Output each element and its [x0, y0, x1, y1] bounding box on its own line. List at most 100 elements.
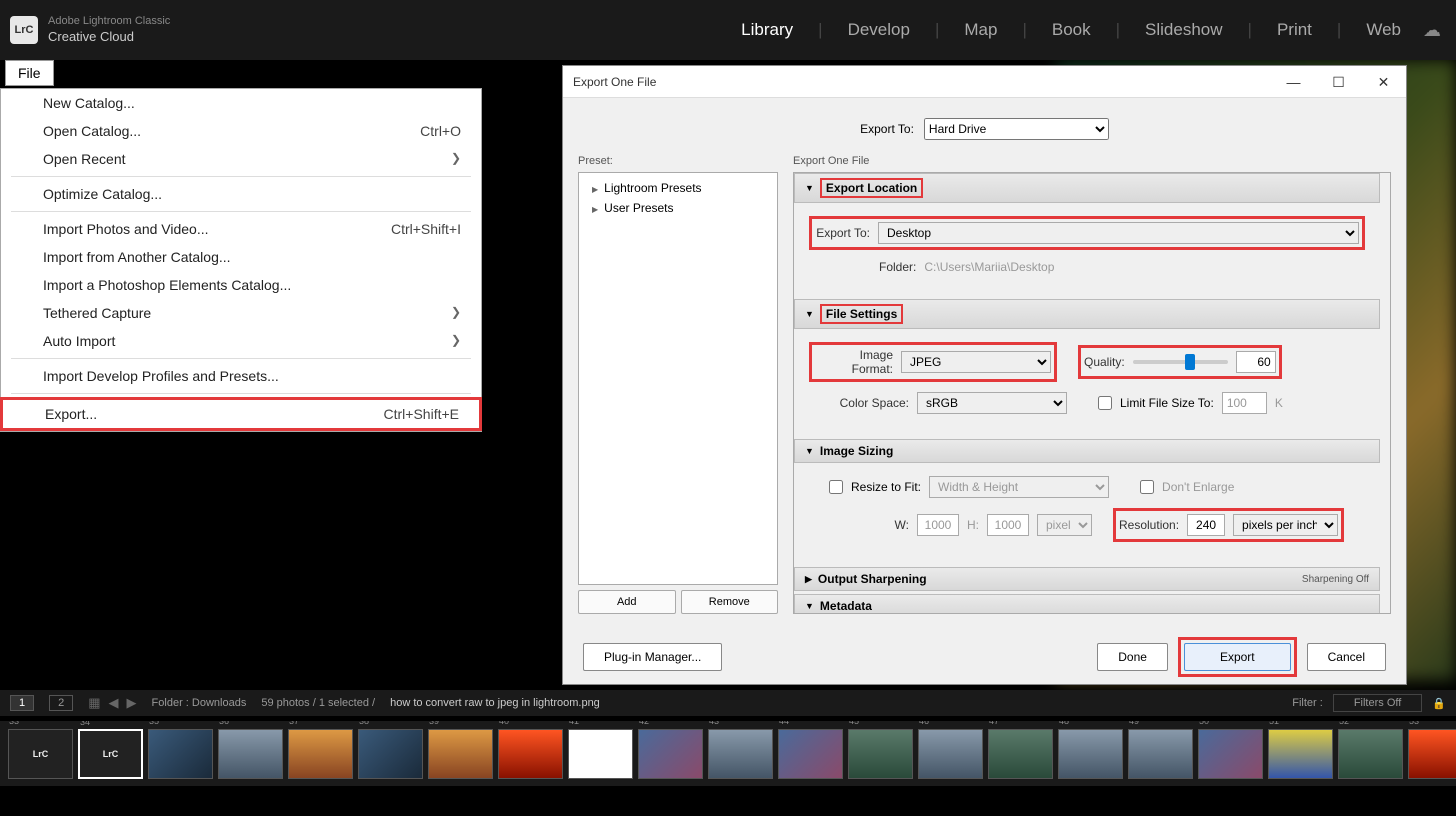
resolution-input[interactable] [1187, 514, 1225, 536]
colorspace-label: Color Space: [809, 396, 909, 410]
filmstrip-thumb[interactable]: 41 [568, 729, 633, 779]
dialog-footer: Plug-in Manager... Done Export Cancel [563, 629, 1406, 684]
tab-print[interactable]: Print [1272, 20, 1317, 40]
section-image-sizing[interactable]: ▼ Image Sizing [794, 439, 1380, 463]
filmstrip-thumb[interactable]: 46 [918, 729, 983, 779]
export-button[interactable]: Export [1184, 643, 1291, 671]
filmstrip-thumb[interactable]: 50 [1198, 729, 1263, 779]
done-button[interactable]: Done [1097, 643, 1168, 671]
section-export-location[interactable]: ▼ Export Location [794, 173, 1380, 203]
resize-label: Resize to Fit: [851, 480, 921, 494]
size-unit-select[interactable]: pixels [1037, 514, 1092, 536]
filter-lock-icon[interactable]: 🔒 [1432, 697, 1446, 710]
settings-scroll[interactable]: ▼ Export Location Export To: Desktop Fol… [793, 172, 1391, 614]
filmstrip-thumb[interactable]: 40 [498, 729, 563, 779]
remove-preset-button[interactable]: Remove [681, 590, 779, 614]
triangle-right-icon: ▶ [805, 574, 812, 585]
file-menu-tab[interactable]: File [5, 60, 54, 86]
filmstrip-thumb[interactable]: 39 [428, 729, 493, 779]
close-button[interactable]: ✕ [1361, 66, 1406, 98]
filmstrip-thumb[interactable]: 51 [1268, 729, 1333, 779]
menu-import-dev-profiles[interactable]: Import Develop Profiles and Presets... [1, 362, 481, 390]
menu-optimize-catalog[interactable]: Optimize Catalog... [1, 180, 481, 208]
filmstrip-thumb[interactable]: 38 [358, 729, 423, 779]
tab-web[interactable]: Web [1361, 20, 1406, 40]
dialog-titlebar: Export One File — ☐ ✕ [563, 66, 1406, 98]
filename: how to convert raw to jpeg in lightroom.… [390, 697, 600, 709]
section-sharpening[interactable]: ▶ Output Sharpening Sharpening Off [794, 567, 1380, 591]
export-to-select[interactable]: Hard Drive [924, 118, 1109, 140]
maximize-button[interactable]: ☐ [1316, 66, 1361, 98]
filter-label: Filter : [1292, 697, 1323, 709]
prev-icon[interactable]: ◀ [109, 695, 119, 711]
filmstrip-thumb[interactable]: 35 [148, 729, 213, 779]
quality-input[interactable] [1236, 351, 1276, 373]
filmstrip-thumb[interactable]: 52 [1338, 729, 1403, 779]
w-input[interactable] [917, 514, 959, 536]
tab-map[interactable]: Map [959, 20, 1002, 40]
filmstrip-thumb[interactable]: 34LrC [78, 729, 143, 779]
menu-import-another[interactable]: Import from Another Catalog... [1, 243, 481, 271]
filmstrip-thumb[interactable]: 42 [638, 729, 703, 779]
limit-size-checkbox[interactable] [1098, 396, 1112, 410]
dont-enlarge-label: Don't Enlarge [1162, 480, 1234, 494]
filmstrip-thumb[interactable]: 36 [218, 729, 283, 779]
menu-open-recent[interactable]: Open Recent❯ [1, 145, 481, 173]
resize-select[interactable]: Width & Height [929, 476, 1109, 498]
tab-slideshow[interactable]: Slideshow [1140, 20, 1228, 40]
filmstrip-thumb[interactable]: 44 [778, 729, 843, 779]
sharpening-status: Sharpening Off [1302, 574, 1369, 585]
filmstrip-thumb[interactable]: 47 [988, 729, 1053, 779]
filmstrip-thumb[interactable]: 37 [288, 729, 353, 779]
tab-library[interactable]: Library [736, 20, 798, 40]
preset-list[interactable]: Lightroom Presets User Presets [578, 172, 778, 585]
limit-size-input[interactable] [1222, 392, 1267, 414]
cloud-sync-icon[interactable]: ☁ [1423, 20, 1441, 41]
menu-import-pse[interactable]: Import a Photoshop Elements Catalog... [1, 271, 481, 299]
folder-label: Folder: [879, 260, 916, 274]
filmstrip-thumb[interactable]: 49 [1128, 729, 1193, 779]
menu-open-catalog[interactable]: Open Catalog...Ctrl+O [1, 117, 481, 145]
view-mode-1[interactable]: 1 [10, 695, 34, 711]
section-metadata[interactable]: ▼ Metadata [794, 594, 1380, 614]
menu-import-photos[interactable]: Import Photos and Video...Ctrl+Shift+I [1, 215, 481, 243]
filmstrip-thumb[interactable]: 33LrC [8, 729, 73, 779]
menu-auto-import[interactable]: Auto Import❯ [1, 327, 481, 355]
next-icon[interactable]: ▶ [127, 695, 137, 711]
filter-select[interactable]: Filters Off [1333, 694, 1422, 712]
export-loc-select[interactable]: Desktop [878, 222, 1359, 244]
h-input[interactable] [987, 514, 1029, 536]
preset-user[interactable]: User Presets [584, 198, 772, 218]
preset-lightroom[interactable]: Lightroom Presets [584, 178, 772, 198]
filmstrip-thumb[interactable]: 45 [848, 729, 913, 779]
file-menu: New Catalog... Open Catalog...Ctrl+O Ope… [0, 88, 482, 432]
plugin-manager-button[interactable]: Plug-in Manager... [583, 643, 722, 671]
resolution-unit-select[interactable]: pixels per inch [1233, 514, 1338, 536]
filmstrip-thumb[interactable]: 53 [1408, 729, 1456, 779]
module-tabs: Library| Develop| Map| Book| Slideshow| … [736, 20, 1406, 40]
grid-icon[interactable]: ▦ [88, 695, 100, 711]
settings-panel: Export One File ▼ Export Location Export… [793, 155, 1391, 614]
filmstrip[interactable]: 33LrC34LrC353637383940414243444546474849… [0, 721, 1456, 786]
filmstrip-thumb[interactable]: 48 [1058, 729, 1123, 779]
preset-panel: Preset: Lightroom Presets User Presets A… [578, 155, 778, 614]
chevron-right-icon: ❯ [451, 305, 461, 321]
preset-label: Preset: [578, 155, 778, 167]
menu-export[interactable]: Export...Ctrl+Shift+E [0, 397, 482, 431]
quality-slider[interactable] [1133, 360, 1228, 364]
menu-new-catalog[interactable]: New Catalog... [1, 89, 481, 117]
triangle-down-icon: ▼ [805, 446, 814, 456]
filmstrip-thumb[interactable]: 43 [708, 729, 773, 779]
dont-enlarge-checkbox[interactable] [1140, 480, 1154, 494]
minimize-button[interactable]: — [1271, 66, 1316, 98]
tab-book[interactable]: Book [1047, 20, 1096, 40]
menu-tethered[interactable]: Tethered Capture❯ [1, 299, 481, 327]
section-file-settings[interactable]: ▼ File Settings [794, 299, 1380, 329]
colorspace-select[interactable]: sRGB [917, 392, 1067, 414]
format-select[interactable]: JPEG [901, 351, 1051, 373]
view-mode-2[interactable]: 2 [49, 695, 73, 711]
resize-checkbox[interactable] [829, 480, 843, 494]
add-preset-button[interactable]: Add [578, 590, 676, 614]
tab-develop[interactable]: Develop [843, 20, 915, 40]
cancel-button[interactable]: Cancel [1307, 643, 1386, 671]
